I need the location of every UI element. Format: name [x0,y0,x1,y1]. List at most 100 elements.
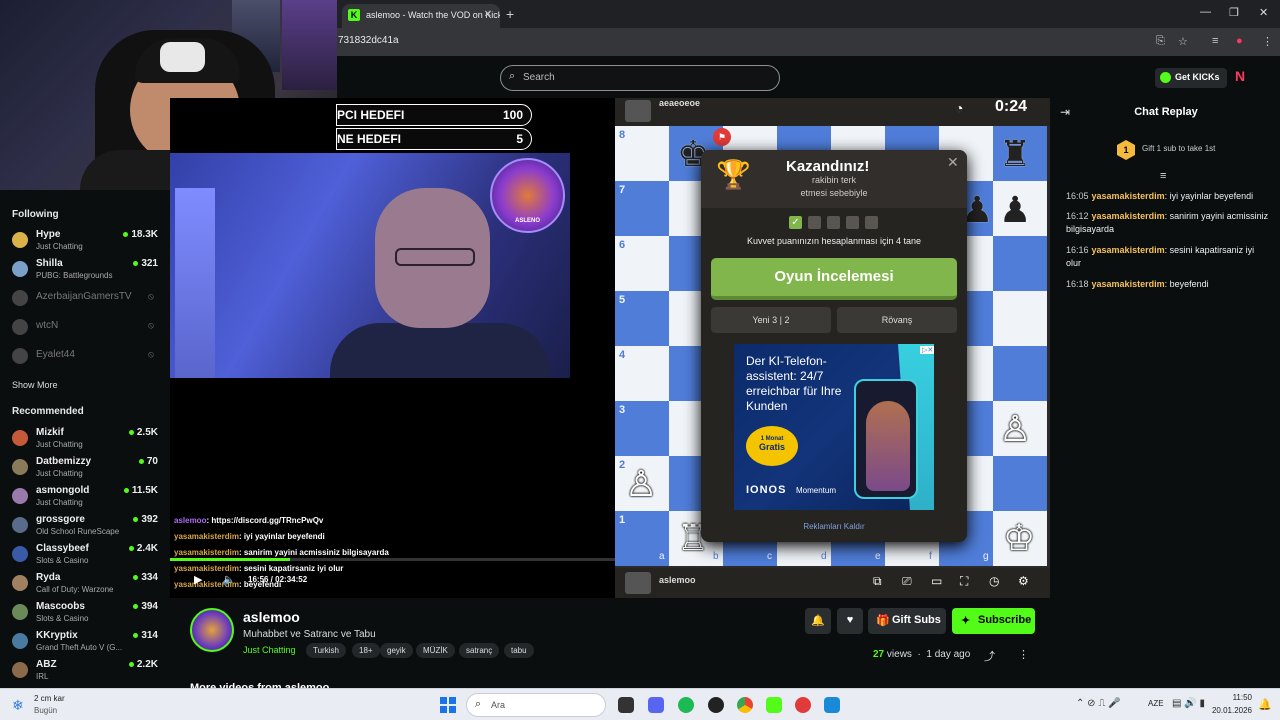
notification-icon[interactable]: 🔔 [1258,698,1272,711]
chat-username[interactable]: yasamakisterdim [1092,211,1165,221]
url-field[interactable]: 731832dc41a [338,35,399,46]
browser-tab[interactable]: K aslemoo - Watch the VOD on Kick ✕ [342,4,500,28]
maximize-button[interactable]: ❐ [1229,6,1239,19]
minimize-button[interactable]: — [1200,6,1211,18]
volume-icon[interactable]: 🔈 [222,573,236,586]
app-icon[interactable] [708,697,724,713]
more-options-icon[interactable]: ⋮ [1018,648,1029,661]
stream-title: Muhabbet ve Satranc ve Tabu [243,629,376,640]
sidebar-channel[interactable]: Classybeef Slots & Casino 2.4K [0,542,168,568]
sidebar-channel[interactable]: grossgore Old School RuneScape 392 [0,513,168,539]
get-kicks-button[interactable]: Get KICKs [1155,68,1227,88]
bell-icon[interactable]: 🔔 [805,608,831,634]
board-square[interactable] [993,236,1047,291]
bookmark-star-icon[interactable]: ☆ [1178,35,1188,48]
clock-time[interactable]: 11:50 [1212,693,1252,702]
viewer-count-value: 314 [141,630,158,641]
search-box[interactable]: ⌕ Search [500,65,780,91]
translate-icon[interactable]: ⎘ [1156,35,1165,48]
discord-icon[interactable] [648,697,664,713]
gift-icon: 🎁 [876,615,890,627]
language-indicator[interactable]: AZE [1148,699,1164,708]
clock-date[interactable]: 20.01.2026 [1208,706,1252,715]
gift-leaderboard-text[interactable]: Gift 1 sub to take 1st [1142,144,1215,153]
board-square[interactable] [993,346,1047,401]
tag-chip[interactable]: tabu [504,643,534,658]
chrome-icon[interactable] [737,697,753,713]
media-icon[interactable]: ≡ [1212,35,1218,47]
sidebar-channel[interactable]: Mascoobs Slots & Casino 394 [0,600,168,626]
heart-icon[interactable]: ♥ [837,608,863,634]
subscribe-button[interactable]: ✦ Subscribe [952,608,1035,634]
sidebar-channel[interactable]: KKryptix Grand Theft Auto V (G... 314 [0,629,168,655]
rematch-button[interactable]: Rövanş [837,307,957,333]
chat-username[interactable]: yasamakisterdim [1092,191,1165,201]
start-button[interactable] [440,697,456,713]
tag-chip[interactable]: satranç [459,643,500,658]
sidebar-channel[interactable]: wtcN ⦸ [0,315,168,341]
fullscreen-icon[interactable]: ⛶ [960,574,968,589]
theater-icon[interactable]: ▭ [931,574,942,588]
channel-name[interactable]: aslemoo [243,609,300,625]
miniplayer-icon[interactable]: ⧉ [873,574,882,589]
ad-choices-icon[interactable]: ▷✕ [920,346,934,354]
channel-avatar [12,575,28,591]
new-tab-button[interactable]: + [506,6,514,22]
settings-gear-icon[interactable]: ⚙ [1018,574,1029,588]
sidebar-channel[interactable]: Ryda Call of Duty: Warzone 334 [0,571,168,597]
show-more-link[interactable]: Show More [12,380,58,390]
search-input[interactable]: Search [523,72,555,83]
progress-bar[interactable] [170,558,615,561]
snow-icon[interactable]: ❄ [12,697,24,714]
taskbar-search-input[interactable]: Ara [491,700,505,710]
play-icon[interactable]: ▶ [194,573,202,586]
chat-text: : beyefendi [1164,279,1209,289]
channel-name: AzerbaijanGamersTV [36,291,132,302]
game-review-button[interactable]: Oyun İncelemesi [711,258,957,300]
sidebar-channel[interactable]: asmongold Just Chatting 11.5K [0,484,168,510]
channel-category: PUBG: Battlegrounds [36,271,113,280]
remove-ads-link[interactable]: Reklamları Kaldır [701,522,967,531]
menu-dots-icon[interactable]: ⋮ [1262,35,1273,48]
kick-app-icon[interactable] [766,697,782,713]
viewer-count-value: 2.2K [136,659,158,670]
tag-chip[interactable]: Turkish [306,643,346,658]
user-avatar-icon[interactable]: N [1235,68,1251,84]
sidebar-channel[interactable]: AzerbaijanGamersTV ⦸ [0,286,168,312]
sidebar-channel[interactable]: Shilla PUBG: Battlegrounds 321 [0,257,168,283]
network-volume-icons[interactable]: ▤ 🔊 ▮ [1172,698,1205,709]
chat-menu-icon[interactable]: ≡ [1160,170,1166,182]
channel-avatar[interactable] [190,608,234,652]
category-link[interactable]: Just Chatting [243,645,296,655]
system-tray-icons[interactable]: ⌃ ⊘ ⎍ 🎤 [1076,698,1121,709]
sidebar-channel[interactable]: Hype Just Chatting 18.3K [0,228,168,254]
tag-chip[interactable]: 18+ [352,643,380,658]
spotify-icon[interactable] [678,697,694,713]
chat-username[interactable]: yasamakisterdim [1092,279,1165,289]
tag-chip[interactable]: geyik [380,643,413,658]
app-icon[interactable] [824,697,840,713]
clip-icon[interactable]: ⎚ [902,574,912,589]
new-game-button[interactable]: Yeni 3 | 2 [711,307,831,333]
gift-subs-button[interactable]: 🎁 Gift Subs [868,608,946,634]
video-player[interactable]: PCI HEDEFI 100 NE HEDEFI 5 ASLENO aslemo… [170,98,615,598]
board-square[interactable] [993,456,1047,511]
board-square[interactable] [993,291,1047,346]
file-explorer-icon[interactable] [618,697,634,713]
tab-close-icon[interactable]: ✕ [484,9,492,20]
sidebar-channel[interactable]: ABZ IRL 2.2K [0,658,168,684]
close-window-button[interactable]: ✕ [1259,6,1268,19]
taskbar-search[interactable]: ⌕ Ara [466,693,606,717]
share-icon[interactable]: ⤴ [984,648,995,664]
advertisement[interactable]: Der KI-Telefon-assistent: 24/7 erreichba… [734,344,934,510]
sidebar-channel[interactable]: Eyalet44 ⦸ [0,344,168,370]
chat-username[interactable]: yasamakisterdim [1092,245,1165,255]
speed-icon[interactable]: ◷ [989,574,999,588]
close-icon[interactable]: ✕ [947,154,959,171]
profile-icon[interactable]: ● [1236,35,1243,47]
tag-chip[interactable]: MÜZİK [416,643,455,658]
ad-badge: 1 Monat Gratis [746,426,798,466]
sidebar-channel[interactable]: Mizkif Just Chatting 2.5K [0,426,168,452]
sidebar-channel[interactable]: Datbemizzy Just Chatting 70 [0,455,168,481]
app-icon[interactable] [795,697,811,713]
